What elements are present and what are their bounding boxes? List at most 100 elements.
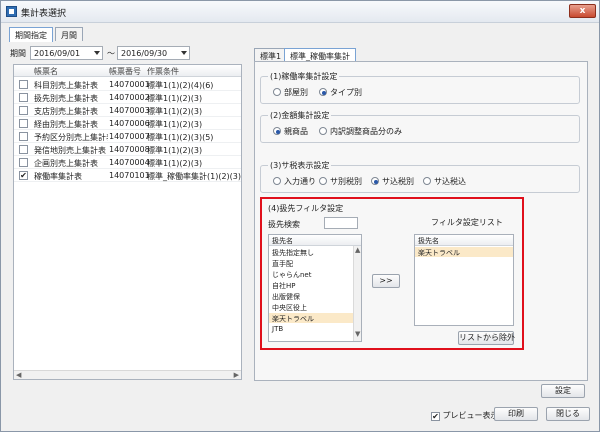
chevron-down-icon[interactable]: [181, 51, 187, 55]
list-item[interactable]: 出版健保: [269, 291, 353, 301]
preview-checkbox[interactable]: ✔: [431, 412, 440, 421]
radio-service-tax-excluded[interactable]: サ別税別: [319, 176, 362, 187]
tab-monthly[interactable]: 月間: [55, 27, 83, 41]
radio-as-input[interactable]: 入力通り: [273, 176, 316, 187]
group-title: (3)サ税表示設定: [268, 160, 332, 171]
row-checkbox[interactable]: [19, 106, 28, 115]
radio-icon[interactable]: [319, 127, 327, 135]
chevron-down-icon[interactable]: [94, 51, 100, 55]
scroll-left-icon[interactable]: ◀: [16, 371, 21, 379]
preview-label: プレビュー表示: [442, 411, 499, 420]
title-bar[interactable]: 集計表選択 x: [1, 1, 599, 23]
group-title: (4)扱先フィルタ設定: [268, 204, 344, 213]
table-row[interactable]: ✔ 稼働率集計表 14070101 標準_稼働率集計(1)(2)(3)(4): [14, 169, 241, 182]
report-condition: 標準1(1)(2)(3): [147, 107, 203, 116]
tab-period[interactable]: 期間指定: [9, 27, 53, 42]
print-button[interactable]: 印刷: [494, 407, 538, 421]
table-row[interactable]: 発信地別売上集計表 14070008 標準1(1)(2)(3): [14, 143, 241, 156]
list-item[interactable]: じゃらんnet: [269, 269, 353, 279]
row-checkbox[interactable]: [19, 119, 28, 128]
list-item[interactable]: JTB: [269, 324, 353, 334]
report-name: 発信地別売上集計表: [34, 146, 106, 155]
add-to-filter-button[interactable]: >>: [372, 274, 400, 288]
list-item[interactable]: 中央区役上: [269, 302, 353, 312]
start-date-picker[interactable]: 2016/09/01: [30, 46, 103, 60]
report-name: 扱先別売上集計表: [34, 94, 98, 103]
table-row[interactable]: 科目別売上集計表 14070001 標準1(1)(2)(4)(6): [14, 78, 241, 91]
scroll-up-icon[interactable]: ▲: [355, 246, 360, 254]
filter-settings-list: 扱先名 楽天トラベル: [414, 234, 514, 326]
group-title: (1)稼働率集計設定: [268, 71, 340, 82]
row-checkbox[interactable]: [19, 132, 28, 141]
amount-setting-group: (2)金額集計設定 親商品 内訳調整商品分のみ: [260, 110, 580, 143]
column-header-condition[interactable]: 作票条件: [147, 66, 179, 77]
radio-icon[interactable]: [273, 88, 281, 96]
group-title: (2)金額集計設定: [268, 110, 332, 121]
vertical-scrollbar[interactable]: ▲ ▼: [353, 246, 361, 341]
close-button[interactable]: 閉じる: [546, 407, 590, 421]
period-separator: ～: [107, 49, 115, 58]
radio-selected-icon[interactable]: [273, 127, 281, 135]
table-row[interactable]: 経由別売上集計表 14070006 標準1(1)(2)(3): [14, 117, 241, 130]
table-row[interactable]: 予約区分別売上集計表 14070007 標準1(1)(2)(3)(5): [14, 130, 241, 143]
window-title: 集計表選択: [21, 9, 67, 19]
table-row[interactable]: 支店別売上集計表 14070003 標準1(1)(2)(3): [14, 104, 241, 117]
report-name: 経由別売上集計表: [34, 120, 98, 129]
radio-parent-product[interactable]: 親商品: [273, 126, 308, 137]
row-checkbox[interactable]: [19, 80, 28, 89]
client-search-label: 扱先検索: [268, 220, 300, 229]
report-name: 科目別売上集計表: [34, 81, 98, 90]
settings-button[interactable]: 設定: [541, 384, 585, 398]
report-code: 14070001: [109, 80, 150, 89]
radio-adjustment-only[interactable]: 内訳調整商品分のみ: [319, 126, 402, 137]
report-list: 帳票名 帳票番号 作票条件 科目別売上集計表 14070001 標準1(1)(2…: [13, 64, 242, 380]
report-condition: 標準1(1)(2)(3): [147, 146, 203, 155]
report-list-header: 帳票名 帳票番号 作票条件: [14, 65, 241, 77]
report-code: 14070002: [109, 93, 150, 102]
radio-service-included-tax-excluded[interactable]: サ込税別: [371, 176, 414, 187]
radio-service-tax-included[interactable]: サ込税込: [423, 176, 466, 187]
close-window-button[interactable]: x: [569, 4, 596, 18]
start-date-value: 2016/09/01: [34, 49, 81, 58]
column-header-code[interactable]: 帳票番号: [109, 66, 141, 77]
scroll-down-icon[interactable]: ▼: [355, 330, 360, 338]
tab-occupancy[interactable]: 標準_稼働率集計: [284, 48, 356, 61]
end-date-value: 2016/09/30: [121, 49, 168, 58]
scroll-right-icon[interactable]: ▶: [234, 371, 239, 379]
end-date-picker[interactable]: 2016/09/30: [117, 46, 190, 60]
row-checkbox[interactable]: ✔: [19, 171, 28, 180]
radio-icon[interactable]: [273, 177, 281, 185]
table-row[interactable]: 扱先別売上集計表 14070002 標準1(1)(2)(3): [14, 91, 241, 104]
app-icon: [6, 6, 17, 17]
radio-selected-icon[interactable]: [319, 88, 327, 96]
remove-from-list-button[interactable]: リストから除外: [458, 331, 515, 345]
radio-by-type[interactable]: タイプ別: [319, 87, 362, 98]
list-item[interactable]: 自社HP: [269, 280, 353, 290]
period-label: 期間: [10, 49, 26, 58]
report-condition: 標準_稼働率集計(1)(2)(3)(4): [147, 172, 241, 181]
report-name: 予約区分別売上集計表: [34, 133, 108, 142]
condition-panel: (1)稼働率集計設定 部屋別 タイプ別 (2)金額集計設定 親商品 内訳調整商品…: [254, 61, 588, 381]
radio-icon[interactable]: [423, 177, 431, 185]
report-code: 14070003: [109, 106, 150, 115]
radio-by-room[interactable]: 部屋別: [273, 87, 308, 98]
row-checkbox[interactable]: [19, 93, 28, 102]
client-search-input[interactable]: [324, 217, 358, 229]
row-checkbox[interactable]: [19, 158, 28, 167]
column-header-name[interactable]: 帳票名: [34, 66, 58, 77]
preview-checkbox-row[interactable]: ✔ プレビュー表示: [431, 410, 499, 421]
list-item-selected[interactable]: 楽天トラベル: [415, 247, 513, 257]
client-list: 扱先名 扱先指定無し 直手配 じゃらんnet 自社HP 出版健保 中央区役上 楽…: [268, 234, 362, 342]
occupancy-setting-group: (1)稼働率集計設定 部屋別 タイプ別: [260, 71, 580, 104]
row-checkbox[interactable]: [19, 145, 28, 154]
report-condition: 標準1(1)(2)(4)(6): [147, 81, 214, 90]
radio-selected-icon[interactable]: [371, 177, 379, 185]
tab-standard1[interactable]: 標準1: [254, 48, 288, 61]
list-item-selected[interactable]: 楽天トラベル: [269, 313, 353, 323]
radio-icon[interactable]: [319, 177, 327, 185]
list-item[interactable]: 扱先指定無し: [269, 247, 353, 257]
horizontal-scrollbar[interactable]: ◀ ▶: [14, 370, 241, 379]
report-code: 14070008: [109, 145, 150, 154]
list-item[interactable]: 直手配: [269, 258, 353, 268]
table-row[interactable]: 企画別売上集計表 14070004 標準1(1)(2)(3): [14, 156, 241, 169]
